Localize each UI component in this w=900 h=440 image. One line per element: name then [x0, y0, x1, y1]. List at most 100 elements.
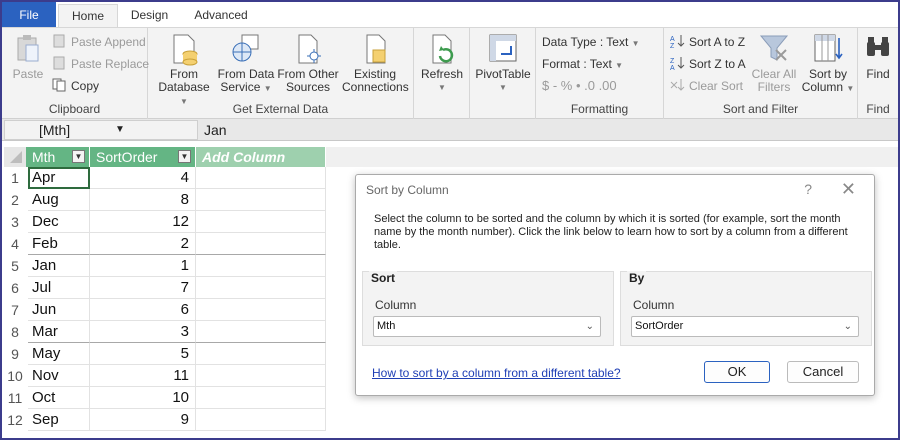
paste-button[interactable]: Paste	[8, 32, 48, 81]
cell-sortorder[interactable]: 2	[90, 233, 196, 255]
row-number[interactable]: 3	[4, 211, 26, 233]
by-column-select[interactable]: SortOrder ⌄	[631, 316, 859, 337]
cell-sortorder[interactable]: 12	[90, 211, 196, 233]
cell-add-column[interactable]	[196, 167, 326, 189]
cell-mth[interactable]: Sep	[28, 409, 90, 431]
cell-sortorder[interactable]: 10	[90, 387, 196, 409]
cancel-button[interactable]: Cancel	[787, 361, 859, 383]
number-format-buttons[interactable]: $ - % • .0 .00	[542, 76, 617, 96]
tab-file[interactable]: File	[2, 2, 56, 29]
cell-add-column[interactable]	[196, 277, 326, 299]
row-number[interactable]: 8	[4, 321, 26, 343]
cell-mth[interactable]: Nov	[28, 365, 90, 387]
cell-add-column[interactable]	[196, 189, 326, 211]
sort-z-to-a-button[interactable]: Z A Sort Z to A	[670, 54, 746, 74]
column-header-mth[interactable]: Mth ▼	[26, 147, 90, 167]
clear-sort-button[interactable]: Clear Sort	[670, 76, 743, 96]
paste-replace-button[interactable]: Paste Replace	[52, 54, 149, 74]
ok-button[interactable]: OK	[704, 361, 770, 383]
clipboard-group: Paste Paste Append Paste Replace Copy Cl…	[2, 28, 149, 119]
cell-add-column[interactable]	[196, 299, 326, 321]
existing-connections-button[interactable]: Existing Connections	[342, 32, 409, 94]
cell-add-column[interactable]	[196, 233, 326, 255]
find-button[interactable]: Find	[858, 32, 898, 81]
binoculars-icon	[867, 37, 889, 56]
help-icon[interactable]: ?	[804, 181, 812, 197]
clear-all-filters-label-2: Filters	[757, 80, 791, 94]
chevron-down-icon[interactable]: ▼	[115, 121, 125, 139]
from-database-button[interactable]: From Database ▼	[154, 32, 214, 108]
cell-add-column[interactable]	[196, 255, 326, 277]
cell-mth[interactable]: Jun	[28, 299, 90, 321]
from-other-sources-label-2: Sources	[285, 80, 331, 94]
chevron-down-icon: ▼	[846, 84, 855, 93]
cell-sortorder[interactable]: 9	[90, 409, 196, 431]
row-number[interactable]: 5	[4, 255, 26, 277]
cell-sortorder[interactable]: 4	[90, 167, 196, 189]
cell-sortorder[interactable]: 7	[90, 277, 196, 299]
paste-append-button[interactable]: Paste Append	[52, 32, 146, 52]
cell-add-column[interactable]	[196, 387, 326, 409]
cell-mth[interactable]: Aug	[28, 189, 90, 211]
cell-sortorder[interactable]: 3	[90, 321, 196, 343]
copy-label: Copy	[71, 79, 100, 93]
formula-value[interactable]: Jan	[200, 120, 898, 140]
filter-dropdown-icon[interactable]: ▼	[72, 150, 85, 163]
cell-add-column[interactable]	[196, 343, 326, 365]
cell-mth[interactable]: Oct	[28, 387, 90, 409]
copy-button[interactable]: Copy	[52, 76, 99, 96]
select-all-corner[interactable]	[4, 147, 26, 167]
refresh-group: Refresh ▼	[414, 28, 470, 119]
cell-add-column[interactable]	[196, 409, 326, 431]
from-other-sources-button[interactable]: From Other Sources	[276, 32, 340, 94]
row-number[interactable]: 12	[4, 409, 26, 431]
clear-filter-icon	[759, 35, 789, 61]
row-number[interactable]: 4	[4, 233, 26, 255]
from-data-service-button[interactable]: From Data Service ▼	[216, 32, 276, 95]
row-number[interactable]: 10	[4, 365, 26, 387]
paste-append-label: Paste Append	[71, 35, 146, 49]
data-type-dropdown[interactable]: Data Type : Text ▼	[542, 32, 640, 52]
column-header-sortorder[interactable]: SortOrder ▼	[90, 147, 196, 167]
cell-add-column[interactable]	[196, 365, 326, 387]
add-column-header[interactable]: Add Column	[196, 147, 326, 167]
pivottable-label: PivotTable	[475, 67, 531, 81]
cell-mth[interactable]: Mar	[28, 321, 90, 343]
existing-connections-label-2: Connections	[342, 80, 409, 94]
cell-sortorder[interactable]: 11	[90, 365, 196, 387]
cell-mth[interactable]: Jul	[28, 277, 90, 299]
row-number[interactable]: 2	[4, 189, 26, 211]
cell-add-column[interactable]	[196, 211, 326, 233]
filter-dropdown-icon[interactable]: ▼	[178, 150, 191, 163]
tab-home[interactable]: Home	[58, 4, 118, 27]
cell-mth[interactable]: Jan	[28, 255, 90, 277]
cell-sortorder[interactable]: 6	[90, 299, 196, 321]
help-link[interactable]: How to sort by a column from a different…	[372, 366, 621, 380]
cell-mth[interactable]: Apr	[28, 167, 90, 189]
dialog-description: Select the column to be sorted and the c…	[374, 213, 848, 251]
format-dropdown[interactable]: Format : Text ▼	[542, 54, 623, 74]
empty-header-area	[326, 147, 898, 167]
cell-sortorder[interactable]: 1	[90, 255, 196, 277]
refresh-button[interactable]: Refresh ▼	[416, 32, 468, 94]
row-number[interactable]: 11	[4, 387, 26, 409]
tab-advanced[interactable]: Advanced	[184, 4, 258, 27]
row-number[interactable]: 9	[4, 343, 26, 365]
clear-all-filters-button[interactable]: Clear All Filters	[750, 32, 798, 94]
tab-design[interactable]: Design	[122, 4, 177, 27]
row-number[interactable]: 7	[4, 299, 26, 321]
name-box[interactable]: [Mth] ▼	[4, 120, 198, 140]
cell-mth[interactable]: Feb	[28, 233, 90, 255]
pivottable-button[interactable]: PivotTable ▼	[472, 32, 534, 94]
cell-mth[interactable]: Dec	[28, 211, 90, 233]
cell-mth[interactable]: May	[28, 343, 90, 365]
row-number[interactable]: 1	[4, 167, 26, 189]
sort-by-column-button[interactable]: Sort by Column ▼	[800, 32, 856, 95]
cell-sortorder[interactable]: 5	[90, 343, 196, 365]
sort-a-to-z-button[interactable]: A Z Sort A to Z	[670, 32, 745, 52]
close-icon[interactable]: ✕	[841, 179, 856, 200]
row-number[interactable]: 6	[4, 277, 26, 299]
sort-column-select[interactable]: Mth ⌄	[373, 316, 601, 337]
cell-sortorder[interactable]: 8	[90, 189, 196, 211]
cell-add-column[interactable]	[196, 321, 326, 343]
